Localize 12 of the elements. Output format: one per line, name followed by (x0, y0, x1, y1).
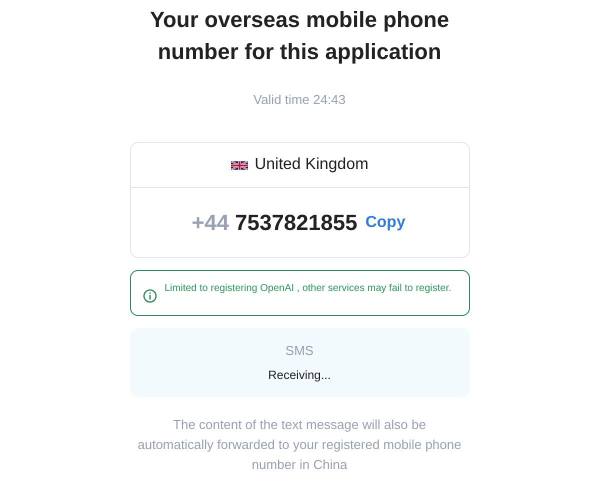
copy-button[interactable]: Copy (363, 214, 408, 232)
page-title: Your overseas mobile phone number for this application (148, 6, 450, 66)
sms-status: Receiving... (268, 368, 331, 382)
footer-note: The content of the text message will also be automatically forwarded to your registered mobile phone number in China (136, 416, 462, 474)
info-icon (142, 289, 156, 303)
country-name: United Kingdom (254, 156, 368, 174)
phone-number: 7537821855 (234, 210, 358, 236)
notice-text: Limited to registering OpenAI , other services may fail to register. (164, 282, 452, 296)
sms-label: SMS (285, 343, 314, 358)
country-code: +44 (192, 210, 229, 236)
flag-icon (230, 160, 248, 170)
valid-time: Valid time 24:43 (253, 92, 346, 107)
